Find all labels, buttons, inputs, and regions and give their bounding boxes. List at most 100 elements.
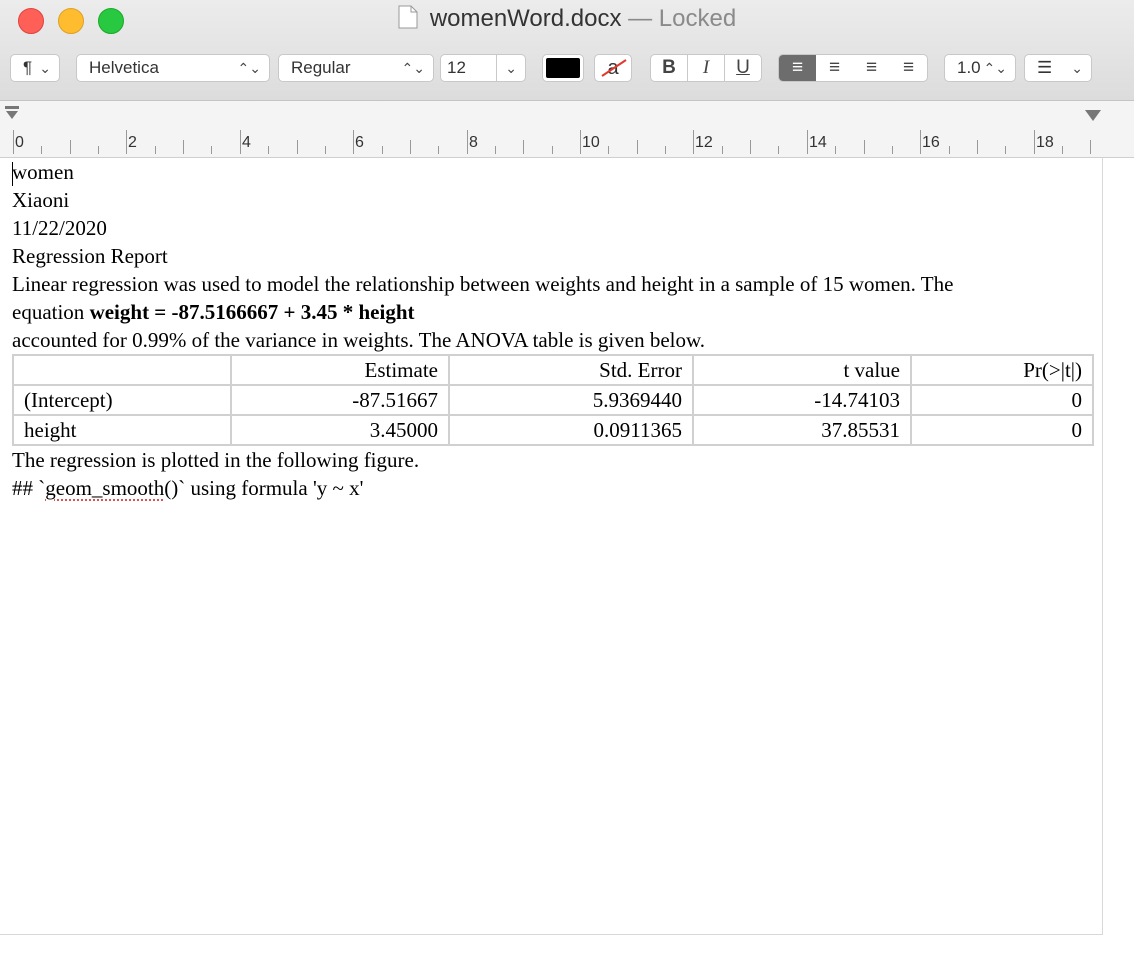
align-right-icon[interactable]: ≡ [853, 55, 890, 81]
text-color-well[interactable] [542, 54, 584, 82]
bullet-list-icon: ☰ [1037, 58, 1053, 77]
code-suffix: ()` using formula 'y ~ x' [164, 476, 364, 500]
doc-line-title: women [12, 160, 74, 184]
ruler-label: 14 [809, 134, 827, 151]
table-cell: height [12, 414, 232, 446]
ruler-tick [637, 140, 638, 154]
doc-after-table-line2: ## `geom_smooth()` using formula 'y ~ x' [12, 476, 363, 501]
table-header-cell [12, 354, 232, 386]
doc-para1-line1: Linear regression was used to model the … [12, 272, 954, 296]
ruler-tick [722, 146, 723, 154]
updown-icon: ⌃⌄ [983, 60, 1007, 76]
doc-after-table-line1: The regression is plotted in the followi… [12, 448, 420, 472]
ruler-label: 16 [922, 134, 940, 151]
ruler-tick [240, 130, 241, 154]
ruler-label: 18 [1036, 134, 1054, 151]
equation-text: weight = -87.5166667 + 3.45 * height [89, 300, 415, 324]
window-title-status[interactable]: Locked [659, 5, 736, 32]
doc-line-heading: Regression Report [12, 244, 168, 268]
chevron-down-icon: ⌄ [496, 55, 517, 81]
align-justify-icon[interactable]: ≡ [890, 55, 927, 81]
ruler-label: 8 [469, 134, 478, 151]
window-title-filename: womenWord.docx [429, 5, 622, 32]
line-spacing-popup[interactable]: 1.0 ⌃⌄ [944, 54, 1016, 82]
ruler-tick [268, 146, 269, 154]
table-cell: (Intercept) [12, 384, 232, 416]
ruler-tick [665, 146, 666, 154]
ruler-tick [750, 140, 751, 154]
ruler-tick [495, 146, 496, 154]
equation-prefix: equation [12, 300, 90, 324]
ruler-tick [608, 146, 609, 154]
table-header-cell: t value [692, 354, 912, 386]
font-size-combo[interactable]: 12 ⌄ [440, 54, 526, 82]
chevron-down-icon: ⌄ [1071, 60, 1083, 76]
ruler-tick [70, 140, 71, 154]
highlight-color-well[interactable]: a [594, 54, 632, 82]
chevron-down-icon: ⌄ [39, 60, 51, 76]
doc-para1-line2: equation weight = -87.5166667 + 3.45 * h… [12, 300, 415, 325]
table-cell: -14.74103 [692, 384, 912, 416]
table-cell: 5.9369440 [448, 384, 694, 416]
ruler-tick [778, 146, 779, 154]
left-indent-marker-icon[interactable] [4, 105, 22, 123]
ruler-label: 0 [15, 134, 24, 151]
table-cell: -87.51667 [230, 384, 450, 416]
ruler[interactable]: 0 2 4 6 8 10 12 14 16 18 [0, 101, 1134, 158]
ruler-tick [438, 146, 439, 154]
font-style-popup[interactable]: Regular ⌃⌄ [278, 54, 434, 82]
align-center-icon[interactable]: ≡ [816, 55, 853, 81]
updown-icon: ⌃⌄ [237, 60, 261, 76]
code-prefix: ## ` [12, 476, 46, 500]
ruler-tick [155, 146, 156, 154]
ruler-tick [467, 130, 468, 154]
table-cell: 0 [910, 414, 1094, 446]
ruler-tick [98, 146, 99, 154]
ruler-tick [382, 146, 383, 154]
ruler-tick [211, 146, 212, 154]
text-cursor [12, 162, 13, 186]
title-bar: womenWord.docx — Locked ¶ ⌄ Helvetica ⌃⌄… [0, 0, 1134, 101]
updown-icon: ⌃⌄ [401, 60, 425, 76]
italic-button[interactable]: I [688, 55, 725, 81]
no-highlight-slash-icon [601, 59, 627, 77]
ruler-label: 10 [582, 134, 600, 151]
table-cell: 0.0911365 [448, 414, 694, 446]
paragraph-style-icon: ¶ [23, 58, 33, 77]
list-style-popup[interactable]: ☰ ⌄ [1024, 54, 1092, 82]
ruler-tick [183, 140, 184, 154]
anova-table: Estimate Std. Error t value Pr(>|t|) (In… [12, 354, 1094, 446]
underline-button[interactable]: U [725, 55, 761, 81]
ruler-label: 6 [355, 134, 364, 151]
ruler-tick [1034, 130, 1035, 154]
ruler-tick [807, 130, 808, 154]
ruler-tick [552, 146, 553, 154]
window-title-separator: — [628, 5, 653, 32]
doc-line-date: 11/22/2020 [12, 216, 107, 240]
alignment-group: ≡ ≡ ≡ ≡ [778, 54, 928, 82]
ruler-tick [1005, 146, 1006, 154]
table-cell: 37.85531 [692, 414, 912, 446]
ruler-label: 12 [695, 134, 713, 151]
window-title: womenWord.docx — Locked [0, 5, 1134, 33]
doc-para1-line3: accounted for 0.99% of the variance in w… [12, 328, 706, 352]
ruler-tick [977, 140, 978, 154]
ruler-tick [693, 130, 694, 154]
paragraph-style-popup[interactable]: ¶ ⌄ [10, 54, 60, 82]
ruler-tick [41, 146, 42, 154]
ruler-tick [126, 130, 127, 154]
right-indent-marker-icon[interactable] [1084, 109, 1102, 123]
align-left-icon[interactable]: ≡ [779, 55, 816, 81]
font-size-value: 12 [447, 58, 466, 77]
table-cell: 3.45000 [230, 414, 450, 446]
table-row: height 3.45000 0.0911365 37.85531 0 [12, 414, 1094, 446]
line-spacing-value: 1.0 [957, 58, 981, 77]
ruler-label: 2 [128, 134, 137, 151]
document-body[interactable]: women Xiaoni 11/22/2020 Regression Repor… [0, 158, 1103, 935]
ruler-tick [1062, 146, 1063, 154]
bold-button[interactable]: B [651, 55, 688, 81]
misspelled-word[interactable]: geom_smooth [45, 476, 164, 500]
ruler-label: 4 [242, 134, 251, 151]
font-style-value: Regular [291, 58, 351, 77]
font-family-popup[interactable]: Helvetica ⌃⌄ [76, 54, 270, 82]
